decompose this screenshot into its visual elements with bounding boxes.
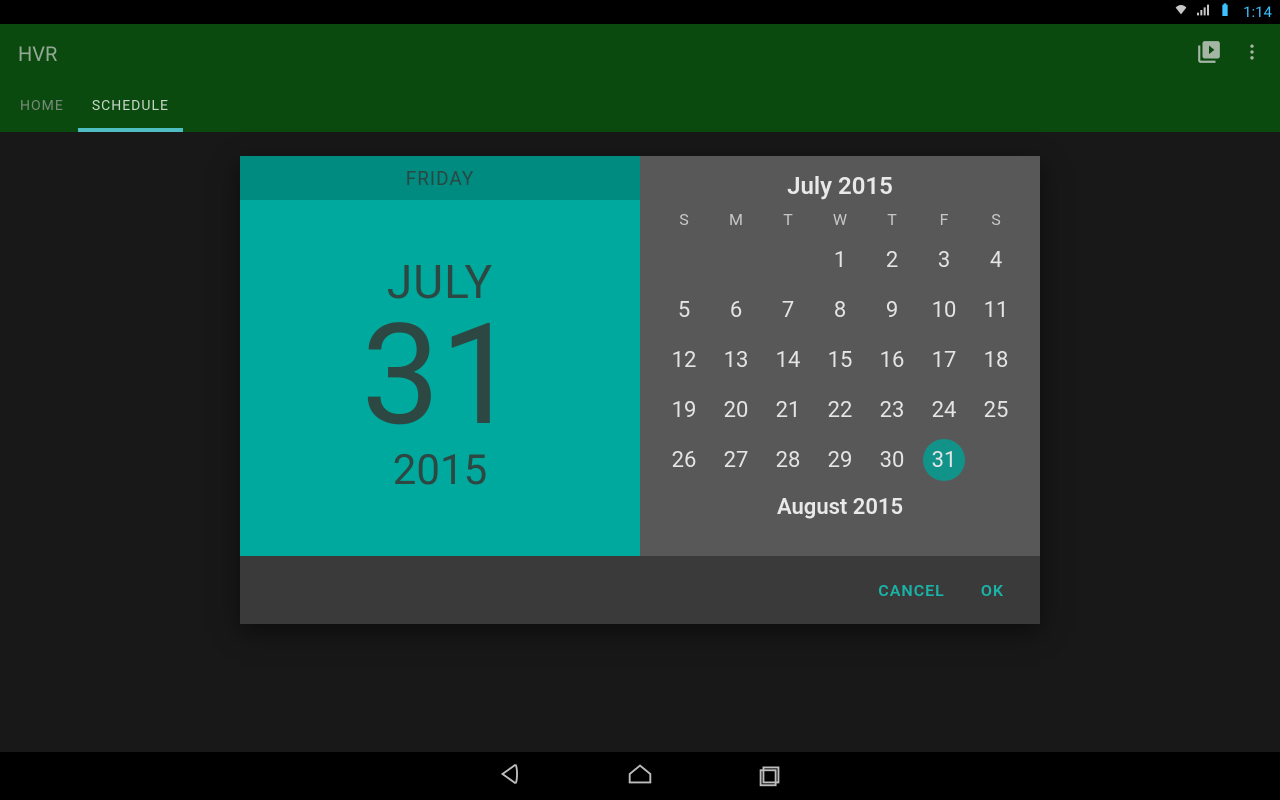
weekday-header-cell: S — [658, 210, 710, 235]
calendar-day-cell[interactable]: 15 — [814, 335, 866, 385]
calendar-day-cell[interactable]: 8 — [814, 285, 866, 335]
tab-schedule[interactable]: SCHEDULE — [78, 84, 183, 132]
signal-icon — [1195, 2, 1211, 22]
calendar-empty-cell — [658, 235, 710, 285]
calendar-day-cell[interactable]: 24 — [918, 385, 970, 435]
tab-home[interactable]: HOME — [6, 84, 78, 132]
android-nav-bar — [0, 752, 1280, 800]
calendar-week-row: 12131415161718 — [658, 335, 1022, 385]
calendar-day-cell[interactable]: 3 — [918, 235, 970, 285]
calendar-day-cell[interactable]: 10 — [918, 285, 970, 335]
calendar-day-cell[interactable]: 13 — [710, 335, 762, 385]
cancel-button[interactable]: CANCEL — [878, 581, 945, 600]
weekday-header-cell: F — [918, 210, 970, 235]
weekday-header-cell: T — [762, 210, 814, 235]
calendar-day-cell[interactable]: 19 — [658, 385, 710, 435]
tab-label: HOME — [20, 98, 64, 114]
calendar-day-cell[interactable]: 6 — [710, 285, 762, 335]
dialog-button-bar: CANCEL OK — [240, 556, 1040, 624]
calendar-day-cell[interactable]: 2 — [866, 235, 918, 285]
selected-year[interactable]: 2015 — [393, 446, 487, 495]
weekday-header-cell: M — [710, 210, 762, 235]
calendar-week-row: 567891011 — [658, 285, 1022, 335]
calendar-empty-cell — [762, 235, 814, 285]
recents-icon[interactable] — [755, 759, 785, 793]
calendar-week-row: 19202122232425 — [658, 385, 1022, 435]
calendar-day-cell[interactable]: 23 — [866, 385, 918, 435]
calendar-week-row: 1234 — [658, 235, 1022, 285]
calendar-day-cell[interactable]: 5 — [658, 285, 710, 335]
calendar-day-cell[interactable]: 17 — [918, 335, 970, 385]
calendar-day-cell[interactable]: 26 — [658, 435, 710, 485]
battery-icon — [1217, 2, 1233, 22]
calendar-week-row: 262728293031 — [658, 435, 1022, 485]
status-clock: 1:14 — [1243, 3, 1272, 21]
weekday-header-row: SMTWTFS — [658, 210, 1022, 235]
calendar-day-cell[interactable]: 14 — [762, 335, 814, 385]
selected-day-large[interactable]: 31 — [361, 306, 518, 446]
calendar-day-cell[interactable]: 25 — [970, 385, 1022, 435]
calendar-day-cell[interactable]: 16 — [866, 335, 918, 385]
calendar-empty-cell — [970, 435, 1022, 485]
calendar-day-cell[interactable]: 31 — [918, 435, 970, 485]
calendar-day-cell[interactable]: 27 — [710, 435, 762, 485]
calendar-day-cell[interactable]: 7 — [762, 285, 814, 335]
app-title: HVR — [18, 42, 57, 66]
calendar-day-cell[interactable]: 12 — [658, 335, 710, 385]
app-action-bar: HVR — [0, 24, 1280, 84]
calendar-day-cell[interactable]: 18 — [970, 335, 1022, 385]
ok-button[interactable]: OK — [981, 581, 1004, 600]
date-picker-header: FRIDAY JULY 31 2015 — [240, 156, 640, 556]
calendar-day-cell[interactable]: 29 — [814, 435, 866, 485]
overflow-menu-icon[interactable] — [1242, 39, 1262, 70]
next-month-title: August 2015 — [658, 485, 1022, 526]
weekday-header-cell: T — [866, 210, 918, 235]
calendar-day-cell[interactable]: 9 — [866, 285, 918, 335]
calendar-empty-cell — [710, 235, 762, 285]
back-icon[interactable] — [495, 759, 525, 793]
calendar-grid: July 2015 SMTWTFS 1234567891011121314151… — [640, 156, 1040, 556]
tab-label: SCHEDULE — [92, 98, 169, 114]
video-library-icon[interactable] — [1196, 39, 1222, 70]
calendar-day-cell[interactable]: 11 — [970, 285, 1022, 335]
android-status-bar: 1:14 — [0, 0, 1280, 24]
calendar-day-cell[interactable]: 22 — [814, 385, 866, 435]
tab-bar: HOME SCHEDULE — [0, 84, 1280, 132]
calendar-day-cell[interactable]: 30 — [866, 435, 918, 485]
calendar-day-cell[interactable]: 28 — [762, 435, 814, 485]
calendar-month-title: July 2015 — [658, 166, 1022, 210]
date-picker-dialog: FRIDAY JULY 31 2015 July 2015 SMTWTFS 12… — [240, 156, 1040, 624]
calendar-day-cell[interactable]: 4 — [970, 235, 1022, 285]
calendar-day-cell[interactable]: 20 — [710, 385, 762, 435]
calendar-day-cell[interactable]: 1 — [814, 235, 866, 285]
selected-weekday: FRIDAY — [240, 156, 640, 200]
home-icon[interactable] — [625, 759, 655, 793]
wifi-icon — [1173, 2, 1189, 22]
weekday-header-cell: W — [814, 210, 866, 235]
weekday-header-cell: S — [970, 210, 1022, 235]
calendar-day-cell[interactable]: 21 — [762, 385, 814, 435]
